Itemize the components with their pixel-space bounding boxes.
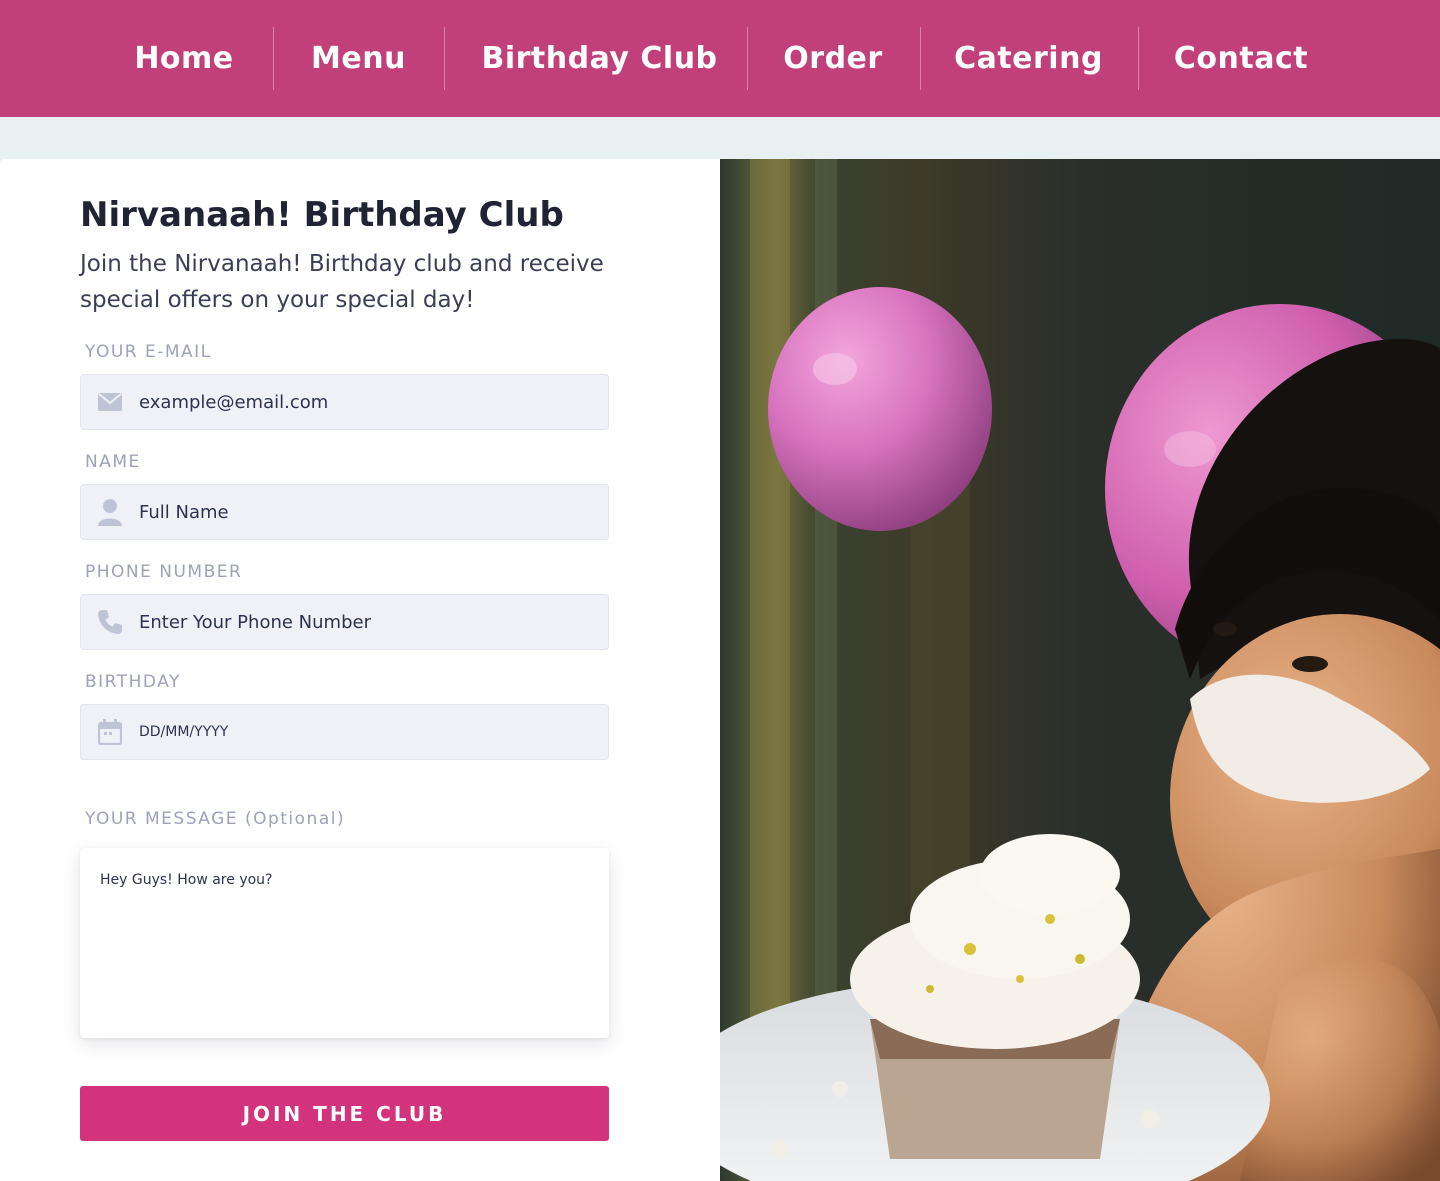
envelope-icon [81,375,139,429]
join-club-button[interactable]: JOIN THE CLUB [80,1086,609,1141]
nav-divider [444,27,445,90]
phone-label: PHONE NUMBER [85,562,243,582]
top-navigation: Home Menu Birthday Club Order Catering C… [0,0,1440,117]
nav-item-home[interactable]: Home [118,0,250,117]
message-field: Hey Guys! How are you? [80,848,609,1038]
nav-item-order[interactable]: Order [770,0,896,117]
message-textarea[interactable]: Hey Guys! How are you? [80,848,609,1038]
phone-input[interactable] [139,595,579,649]
nav-item-birthday-club[interactable]: Birthday Club [467,0,732,117]
nav-item-contact[interactable]: Contact [1161,0,1321,117]
email-label: YOUR E-MAIL [85,342,212,362]
header-spacer [0,117,1440,159]
hero-photo [720,159,1440,1181]
nav-divider [1138,27,1139,90]
page-title: Nirvanaah! Birthday Club [80,195,564,235]
name-label: NAME [85,452,141,472]
nav-item-catering[interactable]: Catering [943,0,1114,117]
name-field [80,484,609,540]
calendar-icon [81,705,139,759]
name-input[interactable] [139,485,579,539]
birthday-field [80,704,609,760]
page-subtitle: Join the Nirvanaah! Birthday club and re… [80,251,604,313]
user-icon [81,485,139,539]
phone-icon [81,595,139,649]
nav-item-menu[interactable]: Menu [296,0,421,117]
nav-divider [747,27,748,90]
nav-divider [920,27,921,90]
birthday-label: BIRTHDAY [85,672,181,692]
email-field [80,374,609,430]
nav-divider [273,27,274,90]
birthday-input[interactable] [139,705,579,759]
message-label: YOUR MESSAGE (Optional) [85,809,346,829]
email-input[interactable] [139,375,579,429]
phone-field [80,594,609,650]
